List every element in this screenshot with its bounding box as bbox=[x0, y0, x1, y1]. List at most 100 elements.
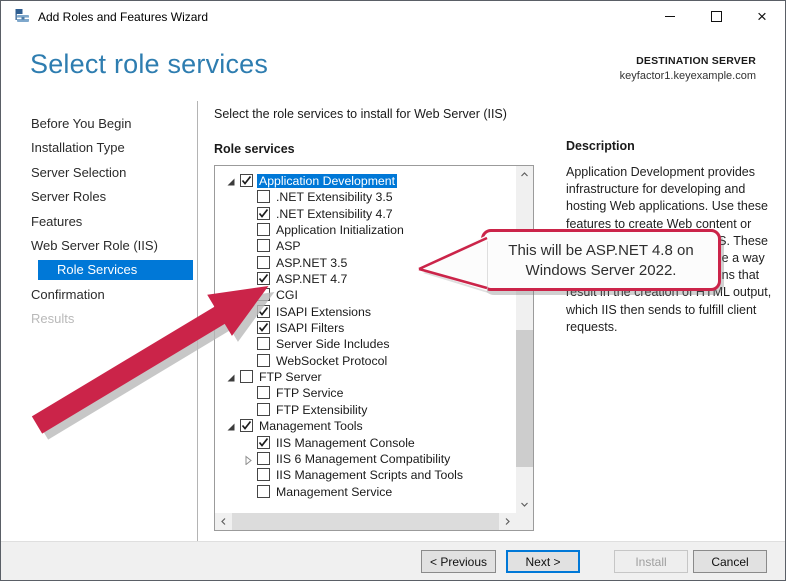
tree-item-label[interactable]: ASP bbox=[276, 239, 301, 253]
maximize-icon bbox=[711, 11, 722, 22]
minimize-button[interactable] bbox=[647, 1, 693, 32]
close-button[interactable]: × bbox=[739, 1, 785, 32]
checkbox-iis-6-management-compatibility-unchecked[interactable] bbox=[257, 452, 270, 465]
tree-item-label[interactable]: Management Service bbox=[276, 485, 392, 499]
tree-item-label[interactable]: ISAPI Extensions bbox=[276, 305, 371, 319]
tree-row-isapi-extensions[interactable]: ISAPI Extensions bbox=[215, 304, 515, 320]
checkbox-iis-management-scripts-and-tools-unchecked[interactable] bbox=[257, 468, 270, 481]
tree-item-label[interactable]: .NET Extensibility 3.5 bbox=[276, 190, 393, 204]
tree-row-management-tools[interactable]: Management Tools bbox=[215, 418, 515, 434]
sidebar-item-role-services[interactable]: Role Services bbox=[38, 260, 193, 280]
tree-item-label[interactable]: Application Development bbox=[257, 174, 397, 188]
cancel-button[interactable]: Cancel bbox=[693, 550, 767, 573]
tree-row-asp-net-4-7[interactable]: ASP.NET 4.7 bbox=[215, 271, 515, 287]
minimize-icon bbox=[665, 16, 675, 17]
collapsed-triangle-icon[interactable] bbox=[243, 454, 253, 464]
tree-row-ftp-service[interactable]: FTP Service bbox=[215, 385, 515, 401]
role-services-label: Role services bbox=[214, 142, 295, 156]
checkbox-asp-net-4-7-checked[interactable] bbox=[257, 272, 270, 285]
checkbox-ftp-extensibility-unchecked[interactable] bbox=[257, 403, 270, 416]
tree-item-label[interactable]: FTP Service bbox=[276, 386, 343, 400]
tree-item-label[interactable]: CGI bbox=[276, 288, 298, 302]
tree-item-label[interactable]: IIS Management Scripts and Tools bbox=[276, 468, 463, 482]
tree-row-isapi-filters[interactable]: ISAPI Filters bbox=[215, 320, 515, 336]
tree-row-iis-6-management-compatibility[interactable]: IIS 6 Management Compatibility bbox=[215, 451, 515, 467]
close-icon: × bbox=[757, 8, 767, 25]
tree-item-label[interactable]: ASP.NET 3.5 bbox=[276, 256, 347, 270]
tree-row-ftp-extensibility[interactable]: FTP Extensibility bbox=[215, 402, 515, 418]
checkbox-websocket-protocol-unchecked[interactable] bbox=[257, 354, 270, 367]
tree-item-label[interactable]: ASP.NET 4.7 bbox=[276, 272, 347, 286]
vertical-scroll-thumb[interactable] bbox=[516, 330, 533, 467]
tree-item-label[interactable]: WebSocket Protocol bbox=[276, 354, 387, 368]
sidebar-item-installation-type[interactable]: Installation Type bbox=[1, 136, 197, 160]
tree-item-label[interactable]: IIS Management Console bbox=[276, 436, 415, 450]
tree-row-asp[interactable]: ASP bbox=[215, 238, 515, 254]
next-button[interactable]: Next > bbox=[506, 550, 580, 573]
horizontal-scrollbar[interactable] bbox=[215, 513, 516, 530]
scroll-left-button[interactable] bbox=[215, 513, 232, 530]
chevron-down-icon bbox=[519, 499, 530, 510]
maximize-button[interactable] bbox=[693, 1, 739, 32]
checkbox-ftp-server-unchecked[interactable] bbox=[240, 370, 253, 383]
checkbox-application-initialization-unchecked[interactable] bbox=[257, 223, 270, 236]
tree-row-iis-management-console[interactable]: IIS Management Console bbox=[215, 435, 515, 451]
scroll-right-button[interactable] bbox=[499, 513, 516, 530]
tree-row-asp-net-3-5[interactable]: ASP.NET 3.5 bbox=[215, 255, 515, 271]
role-services-tree: Application Development .NET Extensibilit… bbox=[214, 165, 534, 531]
checkbox-iis-management-console-checked[interactable] bbox=[257, 436, 270, 449]
install-button: Install bbox=[614, 550, 688, 573]
title-bar: Add Roles and Features Wizard × bbox=[1, 1, 785, 32]
tree-row-cgi[interactable]: CGI bbox=[215, 287, 515, 303]
sidebar-item-web-server-role-iis[interactable]: Web Server Role (IIS) bbox=[1, 234, 197, 258]
checkbox-isapi-extensions-checked[interactable] bbox=[257, 305, 270, 318]
sidebar-item-server-selection[interactable]: Server Selection bbox=[1, 161, 197, 185]
tree-row-ftp-server[interactable]: FTP Server bbox=[215, 369, 515, 385]
sidebar-item-confirmation[interactable]: Confirmation bbox=[1, 283, 197, 307]
tree-row-iis-management-scripts-and-tools[interactable]: IIS Management Scripts and Tools bbox=[215, 467, 515, 483]
tree-row-server-side-includes[interactable]: Server Side Includes bbox=[215, 336, 515, 352]
checkbox-management-service-unchecked[interactable] bbox=[257, 485, 270, 498]
chevron-up-icon bbox=[519, 169, 530, 180]
checkbox-application-development-checked[interactable] bbox=[240, 174, 253, 187]
checkbox-asp-unchecked[interactable] bbox=[257, 239, 270, 252]
tree-row-websocket-protocol[interactable]: WebSocket Protocol bbox=[215, 353, 515, 369]
tree-row-net-extensibility-3-5[interactable]: .NET Extensibility 3.5 bbox=[215, 189, 515, 205]
checkbox-ftp-service-unchecked[interactable] bbox=[257, 386, 270, 399]
scroll-up-button[interactable] bbox=[516, 166, 533, 183]
previous-button[interactable]: < Previous bbox=[421, 550, 496, 573]
tree-item-label[interactable]: FTP Extensibility bbox=[276, 403, 367, 417]
scrollbar-corner bbox=[516, 513, 533, 530]
checkbox-net-extensibility-4-7-checked[interactable] bbox=[257, 207, 270, 220]
tree-item-label[interactable]: FTP Server bbox=[259, 370, 322, 384]
checkbox-server-side-includes-unchecked[interactable] bbox=[257, 337, 270, 350]
checkbox-net-extensibility-3-5-unchecked[interactable] bbox=[257, 190, 270, 203]
expanded-triangle-icon[interactable] bbox=[226, 421, 236, 431]
tree-item-label[interactable]: Management Tools bbox=[259, 419, 363, 433]
chevron-right-icon bbox=[502, 516, 513, 527]
tree-item-label[interactable]: .NET Extensibility 4.7 bbox=[276, 207, 393, 221]
checkbox-asp-net-3-5-unchecked[interactable] bbox=[257, 256, 270, 269]
horizontal-scroll-thumb[interactable] bbox=[232, 513, 499, 530]
checkbox-management-tools-checked[interactable] bbox=[240, 419, 253, 432]
sidebar-item-before-you-begin[interactable]: Before You Begin bbox=[1, 112, 197, 136]
expanded-triangle-icon[interactable] bbox=[226, 372, 236, 382]
tree-item-label[interactable]: ISAPI Filters bbox=[276, 321, 344, 335]
checkbox-isapi-filters-checked[interactable] bbox=[257, 321, 270, 334]
tree-rows: Application Development .NET Extensibilit… bbox=[215, 173, 515, 500]
checkbox-cgi-unchecked[interactable] bbox=[257, 288, 270, 301]
tree-row-net-extensibility-4-7[interactable]: .NET Extensibility 4.7 bbox=[215, 206, 515, 222]
sidebar-item-server-roles[interactable]: Server Roles bbox=[1, 185, 197, 209]
tree-row-application-development[interactable]: Application Development bbox=[215, 173, 515, 189]
expanded-triangle-icon[interactable] bbox=[226, 176, 236, 186]
tree-item-label[interactable]: IIS 6 Management Compatibility bbox=[276, 452, 450, 466]
scroll-down-button[interactable] bbox=[516, 496, 533, 513]
sidebar-item-features[interactable]: Features bbox=[1, 210, 197, 234]
tree-row-management-service[interactable]: Management Service bbox=[215, 484, 515, 500]
destination-server-block: DESTINATION SERVER keyfactor1.keyexample… bbox=[620, 55, 756, 82]
tree-row-application-initialization[interactable]: Application Initialization bbox=[215, 222, 515, 238]
tree-item-label[interactable]: Application Initialization bbox=[276, 223, 404, 237]
tree-item-label[interactable]: Server Side Includes bbox=[276, 337, 389, 351]
annotation-callout: This will be ASP.NET 4.8 on Windows Serv… bbox=[481, 229, 721, 291]
vertical-scrollbar[interactable] bbox=[516, 166, 533, 513]
